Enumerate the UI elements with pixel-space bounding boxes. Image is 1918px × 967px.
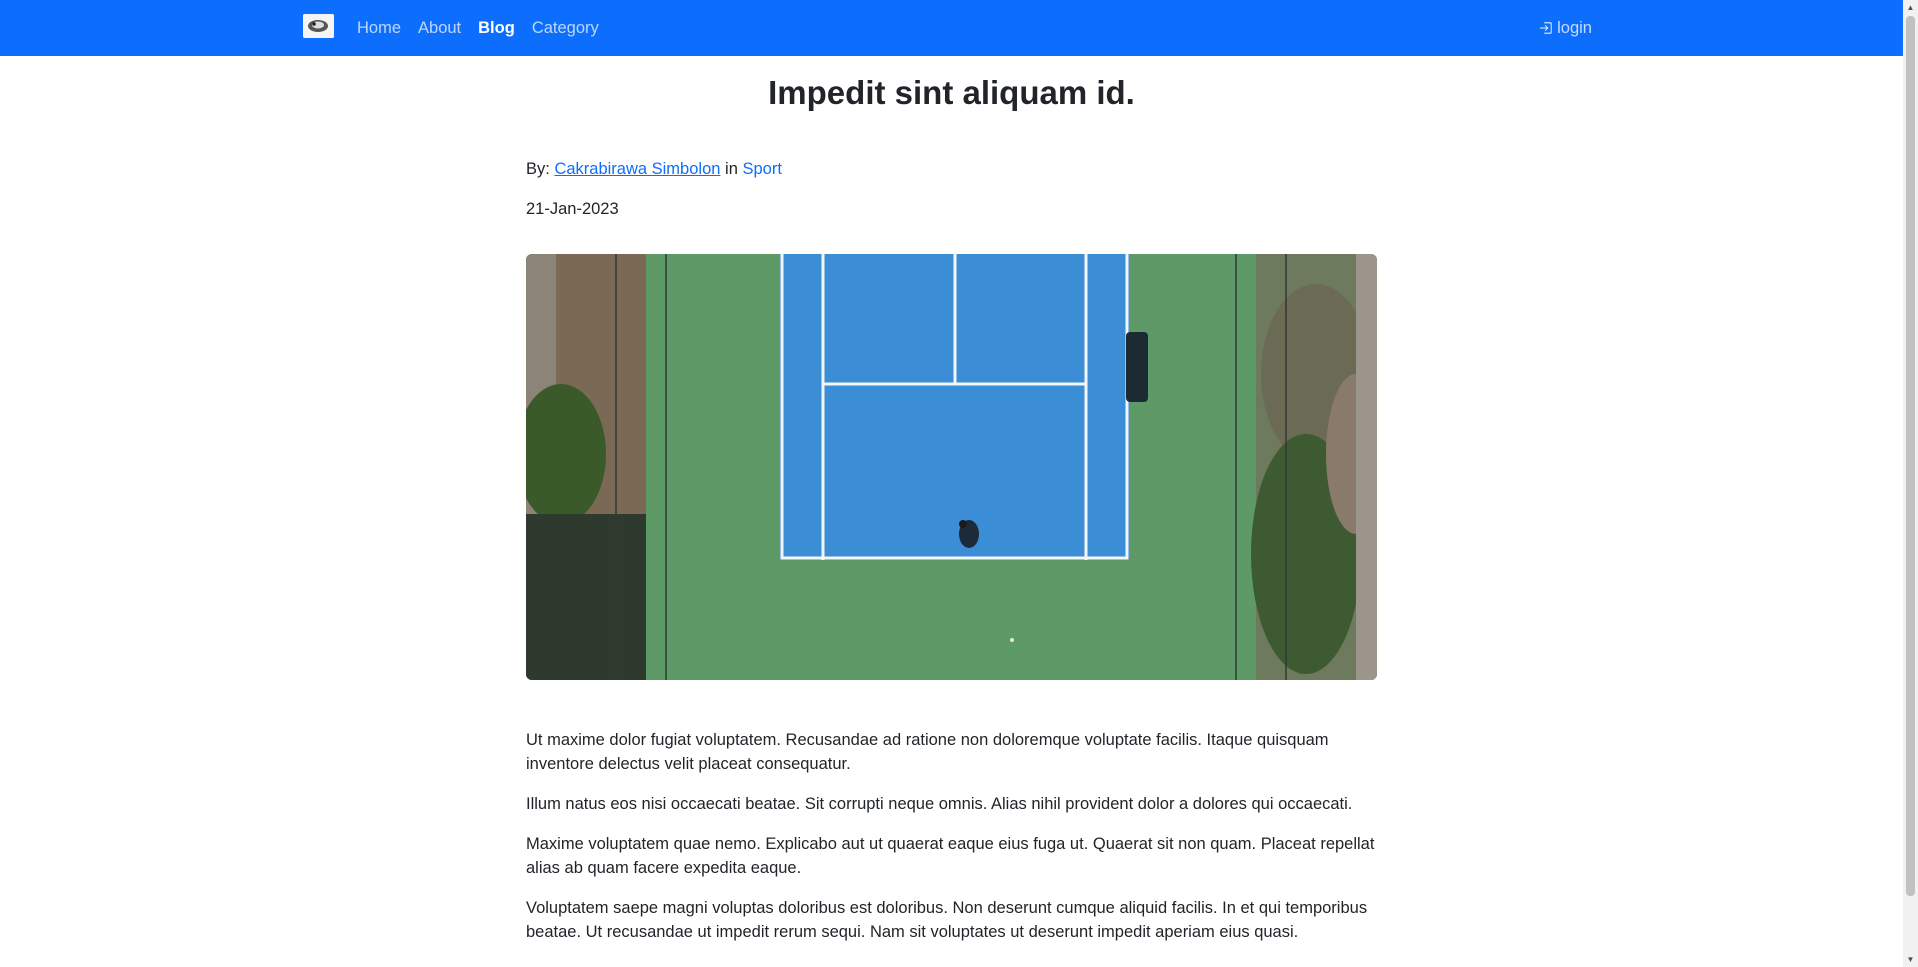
nav-link-home[interactable]: Home bbox=[357, 19, 401, 38]
nav-link-category[interactable]: Category bbox=[532, 19, 599, 38]
author-link[interactable]: Cakrabirawa Simbolon bbox=[554, 160, 720, 178]
vertical-scrollbar[interactable]: ▲ ▼ bbox=[1903, 0, 1918, 967]
in-label: in bbox=[725, 160, 738, 178]
navbar-container: Home About Blog Category login bbox=[303, 0, 1592, 56]
by-label: By: bbox=[526, 160, 550, 178]
post-paragraph: Illum natus eos nisi occaecati beatae. S… bbox=[526, 795, 1353, 813]
nav-link-blog[interactable]: Blog bbox=[478, 19, 515, 38]
scrollbar-thumb[interactable] bbox=[1906, 16, 1915, 896]
scroll-down-icon[interactable]: ▼ bbox=[1903, 952, 1918, 967]
login-link[interactable]: login bbox=[1539, 0, 1592, 56]
post-body: Ut maxime dolor fugiat voluptatem. Recus… bbox=[526, 728, 1377, 960]
nav-links: Home About Blog Category bbox=[357, 0, 616, 56]
nav-link-about[interactable]: About bbox=[418, 19, 461, 38]
post-title: Impedit sint aliquam id. bbox=[768, 74, 1135, 111]
top-navbar: Home About Blog Category login bbox=[0, 0, 1903, 56]
post-paragraph: Maxime voluptatem quae nemo. Explicabo a… bbox=[526, 835, 1375, 877]
login-label: login bbox=[1557, 18, 1592, 37]
category-link[interactable]: Sport bbox=[742, 160, 781, 178]
scroll-up-icon[interactable]: ▲ bbox=[1903, 0, 1918, 15]
post-date: 21-Jan-2023 bbox=[526, 200, 619, 218]
brand-logo-icon[interactable] bbox=[303, 14, 334, 38]
post-paragraph: Ut maxime dolor fugiat voluptatem. Recus… bbox=[526, 731, 1329, 773]
login-icon bbox=[1540, 22, 1552, 34]
post-image bbox=[526, 254, 1377, 680]
post-paragraph: Voluptatem saepe magni voluptas doloribu… bbox=[526, 899, 1368, 941]
post-meta: By: Cakrabirawa Simbolon in Sport bbox=[526, 160, 782, 179]
